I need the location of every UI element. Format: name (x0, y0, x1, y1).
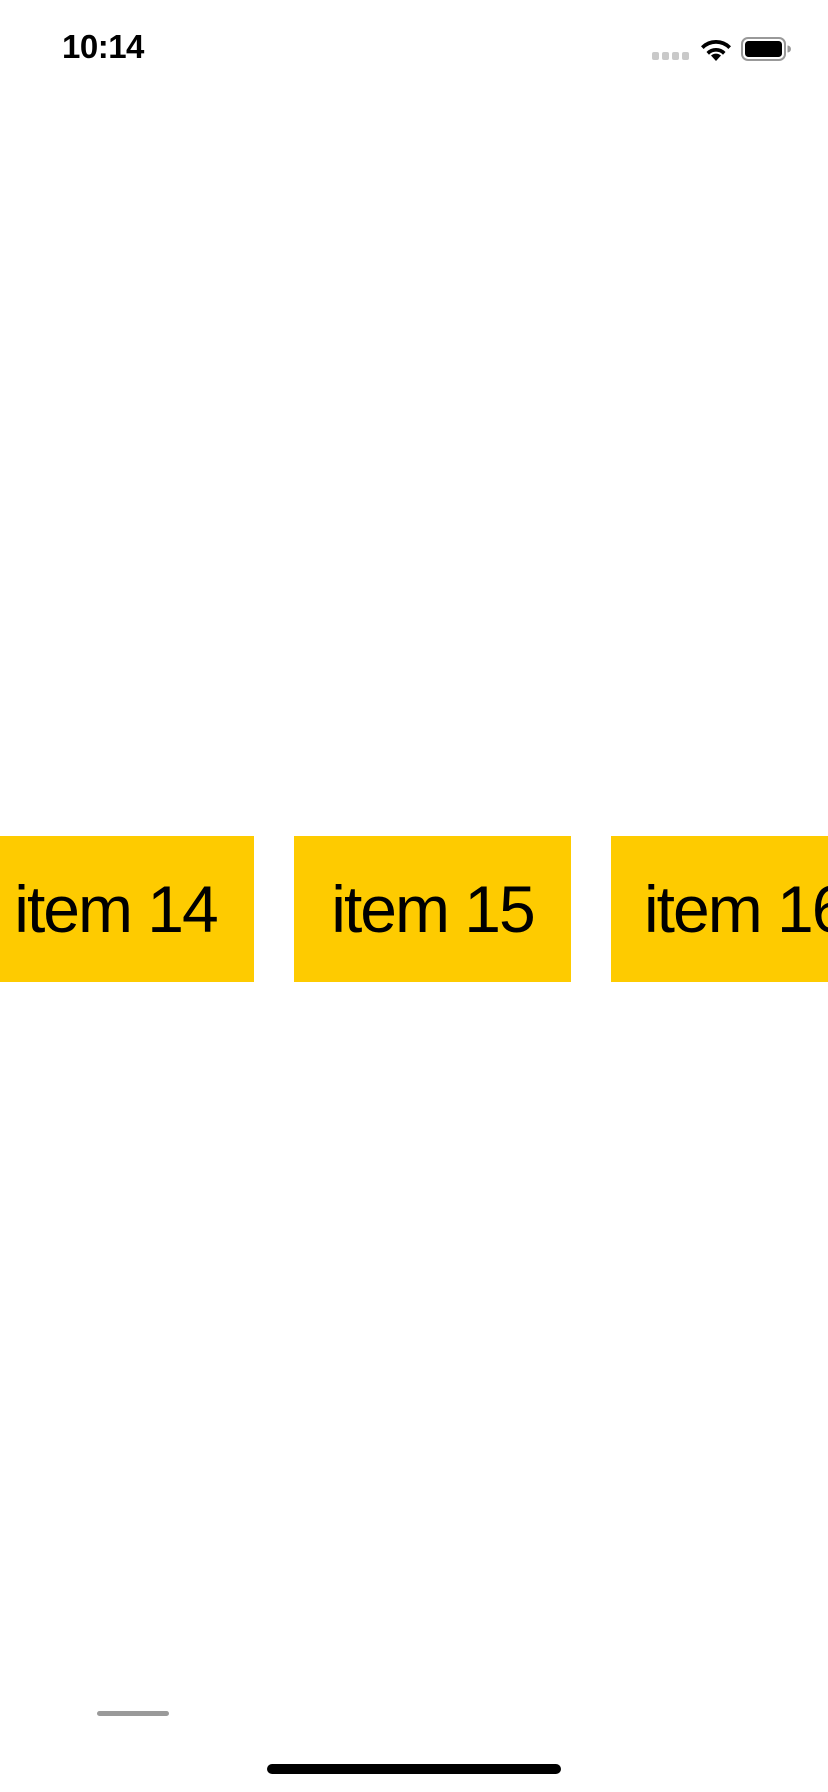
home-indicator[interactable] (267, 1764, 561, 1774)
carousel-item-16[interactable]: item 16 (611, 836, 828, 982)
cellular-signal-icon (652, 52, 690, 62)
carousel-item-label: item 15 (331, 872, 535, 946)
status-bar: 10:14 (0, 0, 828, 100)
carousel-item-15[interactable]: item 15 (294, 836, 571, 982)
carousel-item-14[interactable]: item 14 (0, 836, 254, 982)
carousel-item-label: item 16 (644, 872, 828, 946)
battery-icon (741, 37, 791, 61)
status-time: 10:14 (62, 28, 144, 65)
wifi-icon (701, 39, 731, 61)
horizontal-item-carousel[interactable]: item 14 item 15 item 16 (0, 836, 828, 982)
app-screen: 10:14 item 14 item 15 item 16 (0, 0, 828, 1792)
horizontal-scroll-indicator (97, 1711, 169, 1716)
carousel-item-label: item 14 (14, 872, 218, 946)
